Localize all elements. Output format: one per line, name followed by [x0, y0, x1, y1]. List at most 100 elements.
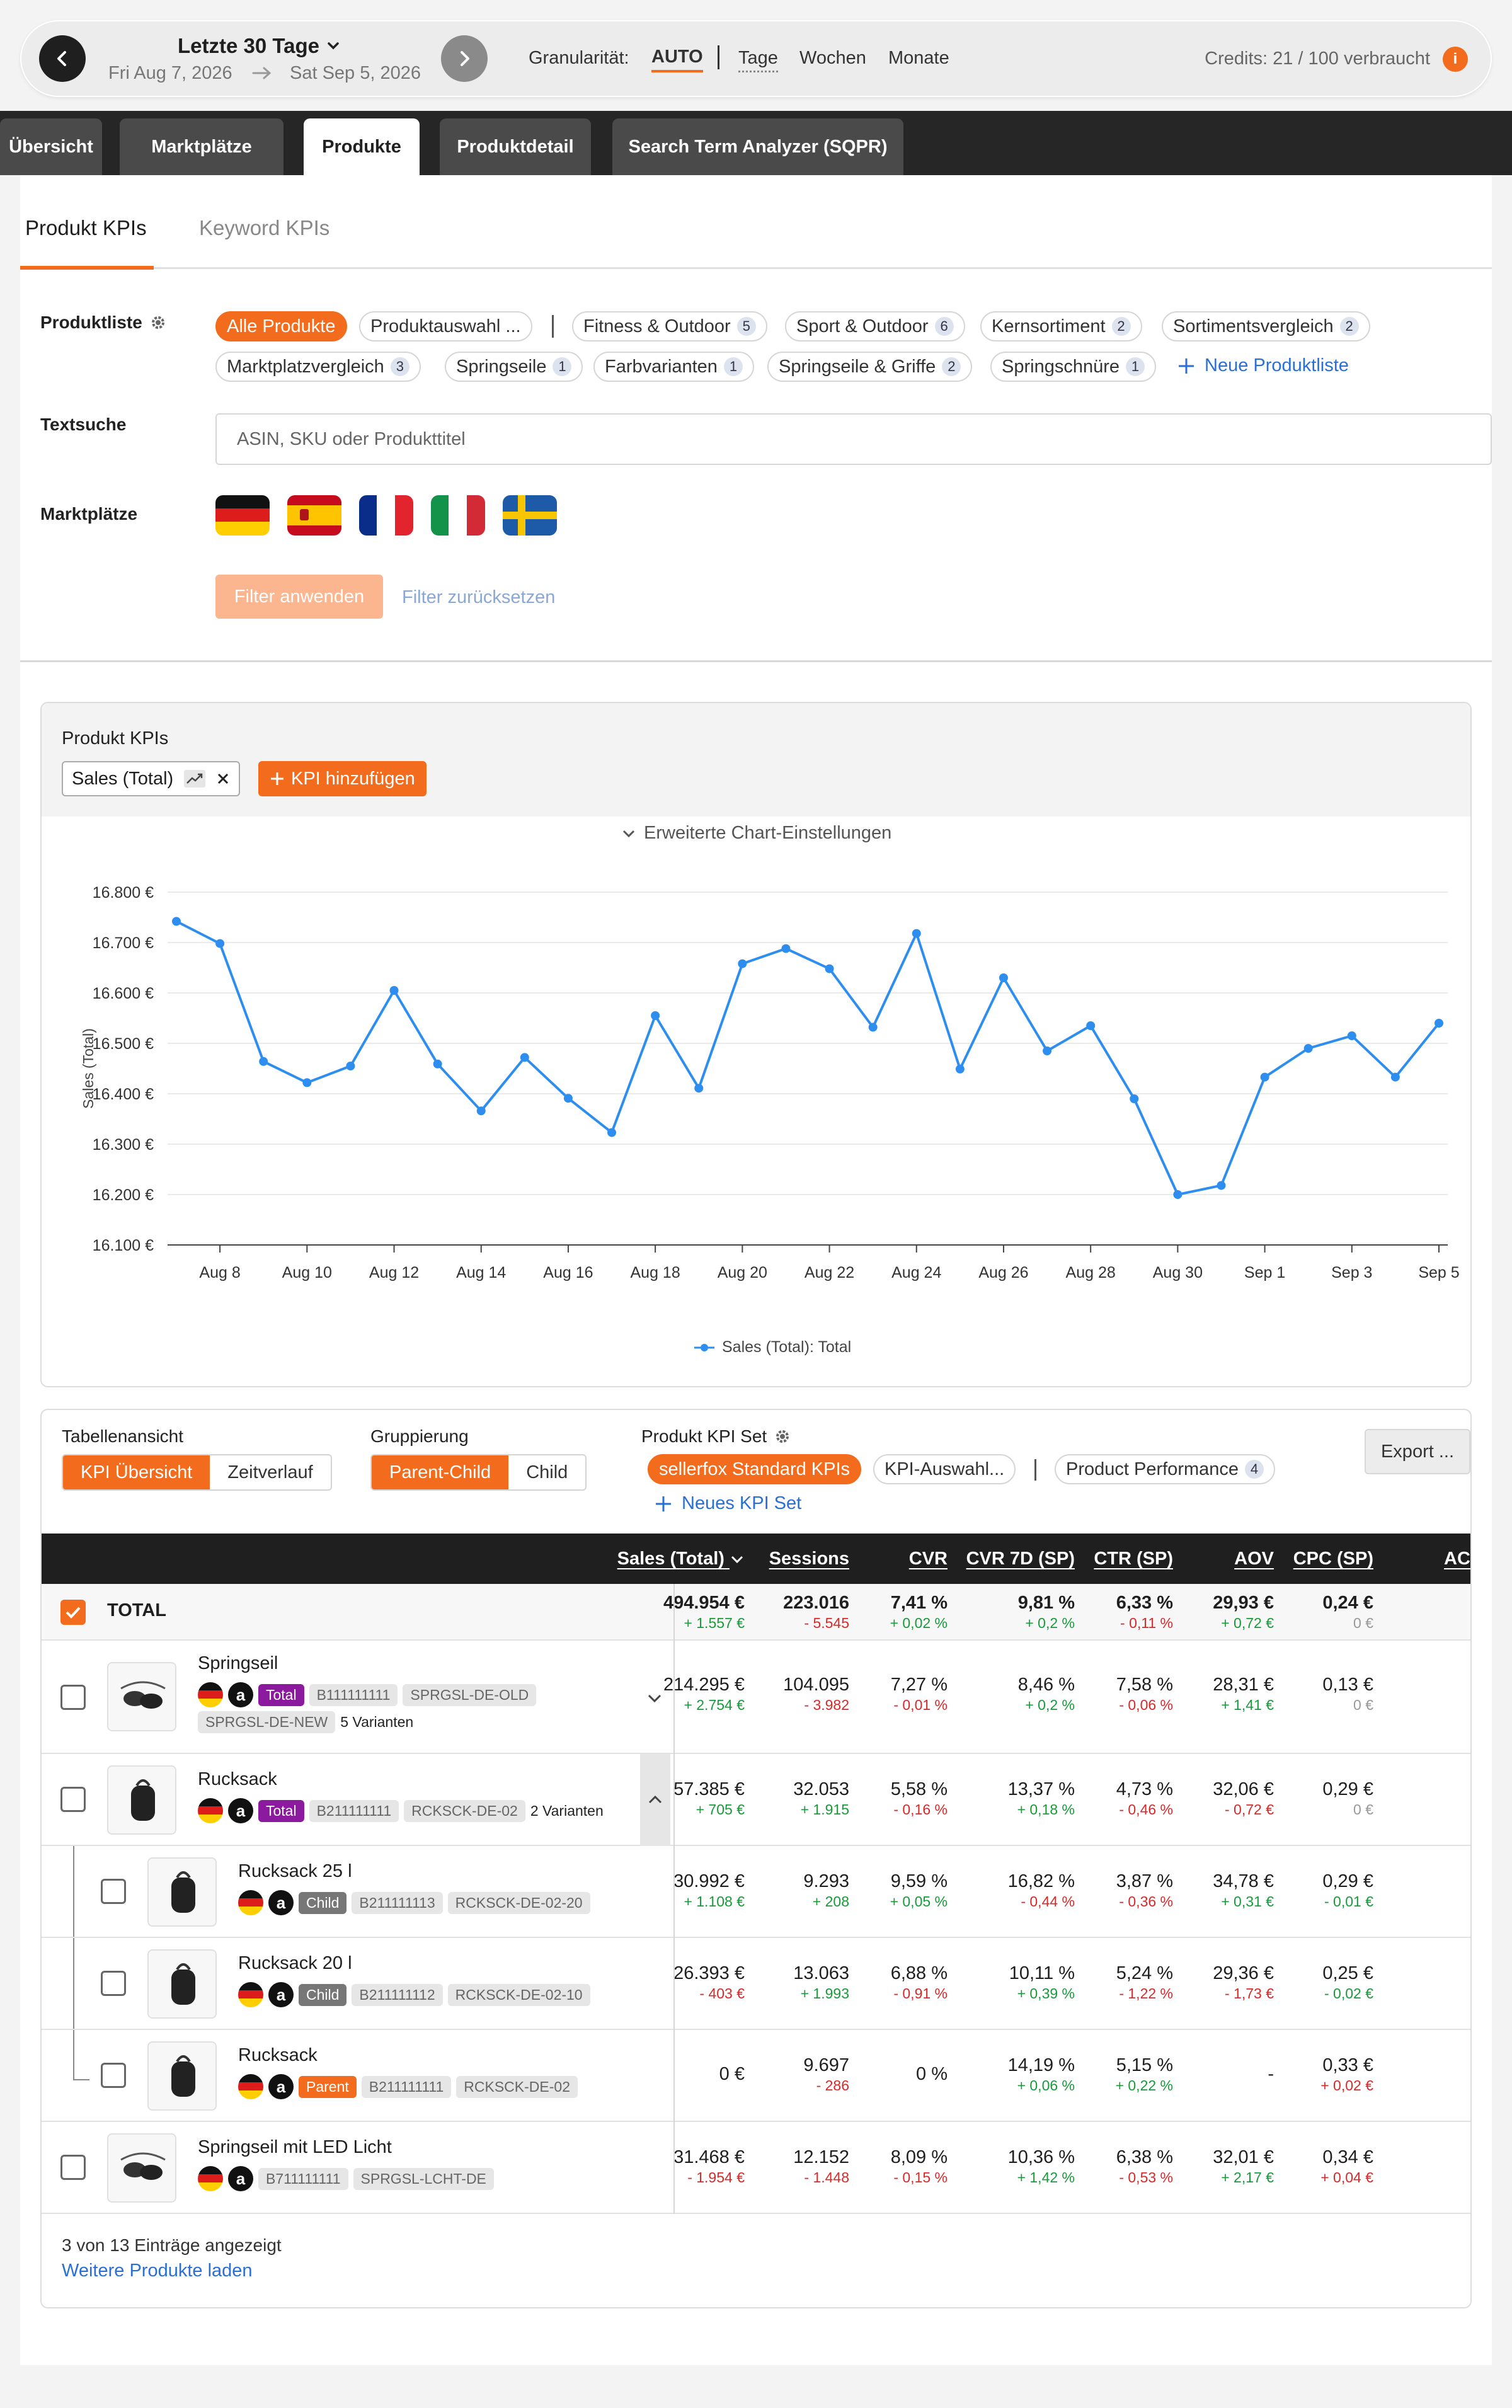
kpiset-chip-label: Product Performance: [1066, 1459, 1239, 1479]
reset-filter-link[interactable]: Filter zurücksetzen: [402, 587, 555, 608]
cell-cvr-7d: 8,46 % + 0,2 %: [1018, 1673, 1075, 1714]
list-chip-springseile[interactable]: Springseile 1: [445, 352, 583, 382]
view-kpi-uebersicht[interactable]: KPI Übersicht: [63, 1455, 210, 1489]
cell-delta: + 1,42 %: [1017, 2169, 1075, 2186]
gear-icon[interactable]: [150, 314, 166, 331]
info-icon[interactable]: i: [1443, 47, 1468, 72]
list-chip-alle-produkte[interactable]: Alle Produkte: [215, 311, 347, 341]
gear-icon[interactable]: [774, 1428, 791, 1445]
subtab-produkt-kpis[interactable]: Produkt KPIs: [25, 216, 147, 240]
row-checkbox[interactable]: [101, 1971, 126, 1996]
product-image[interactable]: [107, 1765, 176, 1835]
product-name[interactable]: Rucksack 25 l: [238, 1861, 352, 1882]
kpiset-chip-label: sellerfox Standard KPIs: [659, 1459, 850, 1479]
select-all-checkbox[interactable]: [60, 1600, 86, 1625]
tab-search-term-analyzer[interactable]: Search Term Analyzer (SQPR): [612, 118, 903, 175]
col-cvr-7d-sp[interactable]: CVR 7D (SP): [966, 1549, 1075, 1569]
kpiset-chip-standard[interactable]: sellerfox Standard KPIs: [648, 1454, 862, 1484]
row-checkbox[interactable]: [101, 1879, 126, 1904]
col-sales-total[interactable]: Sales (Total): [617, 1549, 745, 1569]
view-zeitverlauf[interactable]: Zeitverlauf: [210, 1455, 330, 1489]
es-flag-icon[interactable]: [287, 495, 341, 536]
total-ctr: 6,33 % - 0,11 %: [1116, 1591, 1173, 1632]
col-cvr[interactable]: CVR: [909, 1549, 948, 1569]
data-point: [1173, 1190, 1183, 1199]
it-flag-icon[interactable]: [431, 495, 485, 536]
next-period-button[interactable]: [441, 35, 488, 82]
se-flag-icon[interactable]: [503, 495, 557, 536]
product-image[interactable]: [147, 1949, 217, 2019]
cell-cpc: 0,33 € + 0,02 €: [1320, 2054, 1373, 2094]
tab-produkte[interactable]: Produkte: [304, 118, 420, 175]
chart-settings-toggle[interactable]: Erweiterte Chart-Einstellungen: [621, 823, 891, 844]
list-chip-sortimentsvergleich[interactable]: Sortimentsvergleich 2: [1162, 311, 1370, 341]
new-kpiset-link[interactable]: Neues KPI Set: [654, 1493, 801, 1514]
list-chip-fitness-outdoor[interactable]: Fitness & Outdoor 5: [572, 311, 767, 341]
x-tick-label: Sep 1: [1244, 1264, 1285, 1281]
product-image[interactable]: [147, 1857, 217, 1927]
cell-delta: + 0,02 €: [1320, 2077, 1373, 2094]
export-button[interactable]: Export ...: [1365, 1429, 1470, 1474]
kpiset-chip-auswahl[interactable]: KPI-Auswahl...: [873, 1454, 1016, 1484]
list-chip-springseile-griffe[interactable]: Springseile & Griffe 2: [767, 352, 973, 382]
search-input[interactable]: ASIN, SKU oder Produkttitel: [215, 413, 1492, 465]
product-name[interactable]: Springseil mit LED Licht: [198, 2137, 392, 2158]
row-checkbox[interactable]: [60, 1787, 86, 1812]
product-name[interactable]: Springseil: [198, 1653, 278, 1674]
list-chip-kernsortiment[interactable]: Kernsortiment 2: [980, 311, 1142, 341]
collapse-toggle[interactable]: [640, 1754, 670, 1846]
de-flag-icon[interactable]: [215, 495, 270, 536]
jump-rope-image: [120, 1681, 166, 1709]
chevron-down-icon[interactable]: [645, 1688, 664, 1707]
data-point: [433, 1059, 442, 1069]
list-chip-farbvarianten[interactable]: Farbvarianten 1: [593, 352, 754, 382]
product-image[interactable]: [147, 2041, 217, 2111]
product-name[interactable]: Rucksack: [238, 2045, 318, 2066]
subtab-keyword-kpis[interactable]: Keyword KPIs: [199, 216, 329, 240]
tab-marktplaetze[interactable]: Marktplätze: [120, 118, 284, 175]
list-chip-label: Springseile: [456, 356, 547, 377]
granularity-days[interactable]: Tage: [738, 48, 778, 72]
load-more-link[interactable]: Weitere Produkte laden: [62, 2261, 253, 2281]
list-chip-marktplatzvergleich[interactable]: Marktplatzvergleich 3: [215, 352, 421, 382]
col-cpc-sp[interactable]: CPC (SP): [1293, 1549, 1373, 1569]
col-sessions[interactable]: Sessions: [769, 1549, 849, 1569]
col-ctr-sp[interactable]: CTR (SP): [1094, 1549, 1173, 1569]
grouping-child[interactable]: Child: [508, 1455, 585, 1489]
col-aov[interactable]: AOV: [1234, 1549, 1274, 1569]
previous-period-button[interactable]: [39, 35, 86, 82]
grouping-parent-child[interactable]: Parent-Child: [372, 1455, 509, 1489]
amazon-icon: a: [268, 2074, 294, 2099]
list-chip-springschnuere[interactable]: Springschnüre 1: [990, 352, 1156, 382]
add-kpi-button[interactable]: KPI hinzufügen: [258, 761, 427, 796]
fr-flag-icon[interactable]: [359, 495, 413, 536]
date-from: Fri Aug 7, 2026: [108, 63, 232, 83]
product-image[interactable]: [107, 2133, 176, 2203]
trend-icon[interactable]: [183, 769, 206, 788]
product-image[interactable]: [107, 1662, 176, 1731]
close-icon[interactable]: [216, 772, 230, 786]
apply-filter-button[interactable]: Filter anwenden: [215, 575, 383, 619]
chart-legend[interactable]: Sales (Total): Total: [694, 1338, 851, 1356]
tab-produktdetail[interactable]: Produktdetail: [440, 118, 591, 175]
granularity-auto[interactable]: AUTO: [651, 47, 703, 72]
col-acos[interactable]: ACO: [1444, 1549, 1470, 1569]
granularity-months[interactable]: Monate: [888, 48, 949, 69]
product-name[interactable]: Rucksack 20 l: [238, 1953, 352, 1974]
product-name[interactable]: Rucksack: [198, 1769, 277, 1790]
kpiset-chip-product-performance[interactable]: Product Performance 4: [1055, 1454, 1276, 1484]
date-range-dropdown[interactable]: Letzte 30 Tage: [178, 34, 341, 58]
x-tick-label: Sep 5: [1418, 1264, 1459, 1281]
granularity-weeks[interactable]: Wochen: [799, 48, 866, 69]
row-checkbox[interactable]: [60, 2155, 86, 2180]
row-checkbox[interactable]: [101, 2063, 126, 2088]
list-chip-sport-outdoor[interactable]: Sport & Outdoor 6: [785, 311, 965, 341]
list-chip-produktauswahl[interactable]: Produktauswahl ...: [359, 311, 532, 341]
de-flag-icon: [198, 1798, 223, 1823]
row-checkbox[interactable]: [60, 1685, 86, 1710]
new-product-list-link[interactable]: Neue Produktliste: [1177, 355, 1349, 376]
selected-kpi-label: Sales (Total): [72, 768, 174, 789]
tab-uebersicht[interactable]: Übersicht: [0, 118, 102, 175]
cell-aov: 28,31 € + 1,41 €: [1213, 1673, 1274, 1714]
selected-kpi-chip[interactable]: Sales (Total): [62, 761, 241, 796]
